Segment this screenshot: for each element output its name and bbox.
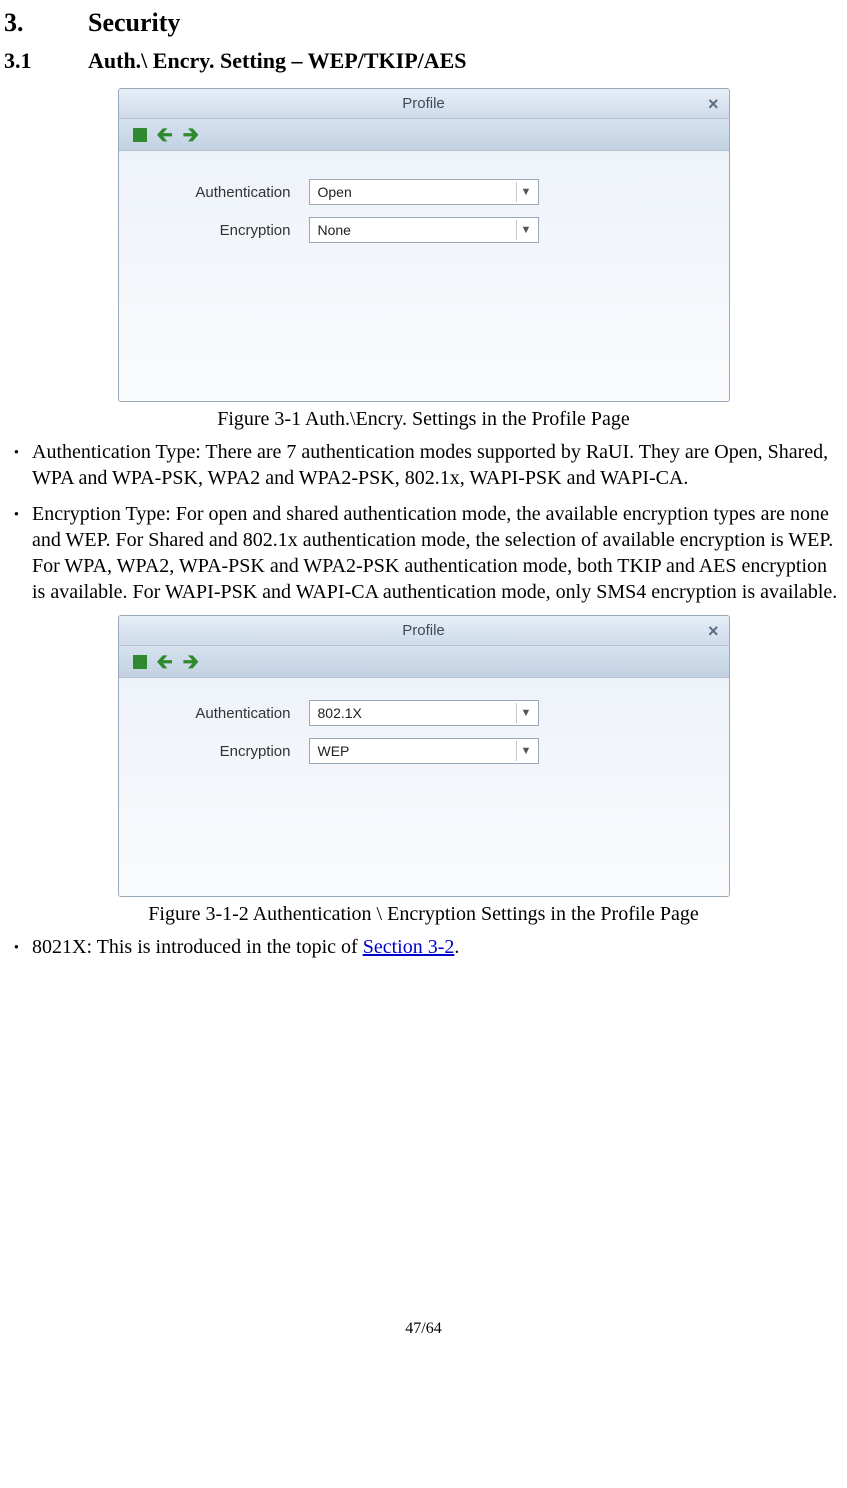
encryption-label: Encryption xyxy=(139,222,309,239)
bullet-8021x: 8021X: This is introduced in the topic o… xyxy=(8,934,843,960)
back-arrow-icon[interactable]: 🡰 xyxy=(157,652,173,672)
subsection-title: Auth.\ Encry. Setting – WEP/TKIP/AES xyxy=(88,48,467,74)
chevron-down-icon: ▼ xyxy=(516,182,536,202)
forward-arrow-icon[interactable]: 🡲 xyxy=(183,125,199,145)
close-icon[interactable]: × xyxy=(708,621,719,642)
bullet-list-2: 8021X: This is introduced in the topic o… xyxy=(8,934,843,960)
authentication-label: Authentication xyxy=(139,705,309,722)
profile-dialog-2: Profile × 🡰 🡲 Authentication 802.1X ▼ En… xyxy=(118,615,730,897)
chevron-down-icon: ▼ xyxy=(516,703,536,723)
authentication-select[interactable]: Open ▼ xyxy=(309,179,539,205)
section-number: 3. xyxy=(4,8,88,38)
bullet-8021x-prefix: 8021X: This is introduced in the topic o… xyxy=(32,936,363,958)
dialog-title-text: Profile xyxy=(402,95,445,112)
dialog-toolbar: 🡰 🡲 xyxy=(119,646,729,678)
authentication-label: Authentication xyxy=(139,184,309,201)
stop-icon[interactable] xyxy=(133,128,147,142)
profile-dialog-1: Profile × 🡰 🡲 Authentication Open ▼ Encr… xyxy=(118,88,730,402)
dialog-toolbar: 🡰 🡲 xyxy=(119,119,729,151)
forward-arrow-icon[interactable]: 🡲 xyxy=(183,652,199,672)
page-number: 47/64 xyxy=(4,1320,843,1338)
encryption-select[interactable]: WEP ▼ xyxy=(309,738,539,764)
dialog-body: Authentication 802.1X ▼ Encryption WEP ▼ xyxy=(119,678,729,896)
section-title: Security xyxy=(88,8,180,38)
authentication-row: Authentication 802.1X ▼ xyxy=(139,700,709,726)
figure-2-caption: Figure 3-1-2 Authentication \ Encryption… xyxy=(4,903,843,926)
section-heading: 3. Security xyxy=(4,8,843,38)
figure-1-wrapper: Profile × 🡰 🡲 Authentication Open ▼ Encr… xyxy=(4,88,843,402)
dialog-titlebar: Profile × xyxy=(119,89,729,119)
dialog-body: Authentication Open ▼ Encryption None ▼ xyxy=(119,151,729,401)
encryption-row: Encryption WEP ▼ xyxy=(139,738,709,764)
dialog-titlebar: Profile × xyxy=(119,616,729,646)
encryption-value: None xyxy=(318,222,351,238)
bullet-list-1: Authentication Type: There are 7 authent… xyxy=(8,439,843,605)
close-icon[interactable]: × xyxy=(708,94,719,115)
figure-2-wrapper: Profile × 🡰 🡲 Authentication 802.1X ▼ En… xyxy=(4,615,843,897)
authentication-select[interactable]: 802.1X ▼ xyxy=(309,700,539,726)
encryption-select[interactable]: None ▼ xyxy=(309,217,539,243)
stop-icon[interactable] xyxy=(133,655,147,669)
subsection-heading: 3.1 Auth.\ Encry. Setting – WEP/TKIP/AES xyxy=(4,48,843,74)
chevron-down-icon: ▼ xyxy=(516,220,536,240)
encryption-label: Encryption xyxy=(139,743,309,760)
authentication-value: 802.1X xyxy=(318,705,362,721)
encryption-value: WEP xyxy=(318,743,350,759)
chevron-down-icon: ▼ xyxy=(516,741,536,761)
figure-1-caption: Figure 3-1 Auth.\Encry. Settings in the … xyxy=(4,408,843,431)
bullet-encryption-type: Encryption Type: For open and shared aut… xyxy=(8,501,843,605)
section-3-2-link[interactable]: Section 3-2 xyxy=(363,936,455,958)
bullet-authentication-type: Authentication Type: There are 7 authent… xyxy=(8,439,843,491)
back-arrow-icon[interactable]: 🡰 xyxy=(157,125,173,145)
dialog-title-text: Profile xyxy=(402,622,445,639)
authentication-value: Open xyxy=(318,184,352,200)
encryption-row: Encryption None ▼ xyxy=(139,217,709,243)
authentication-row: Authentication Open ▼ xyxy=(139,179,709,205)
subsection-number: 3.1 xyxy=(4,48,88,74)
bullet-8021x-suffix: . xyxy=(454,936,459,958)
